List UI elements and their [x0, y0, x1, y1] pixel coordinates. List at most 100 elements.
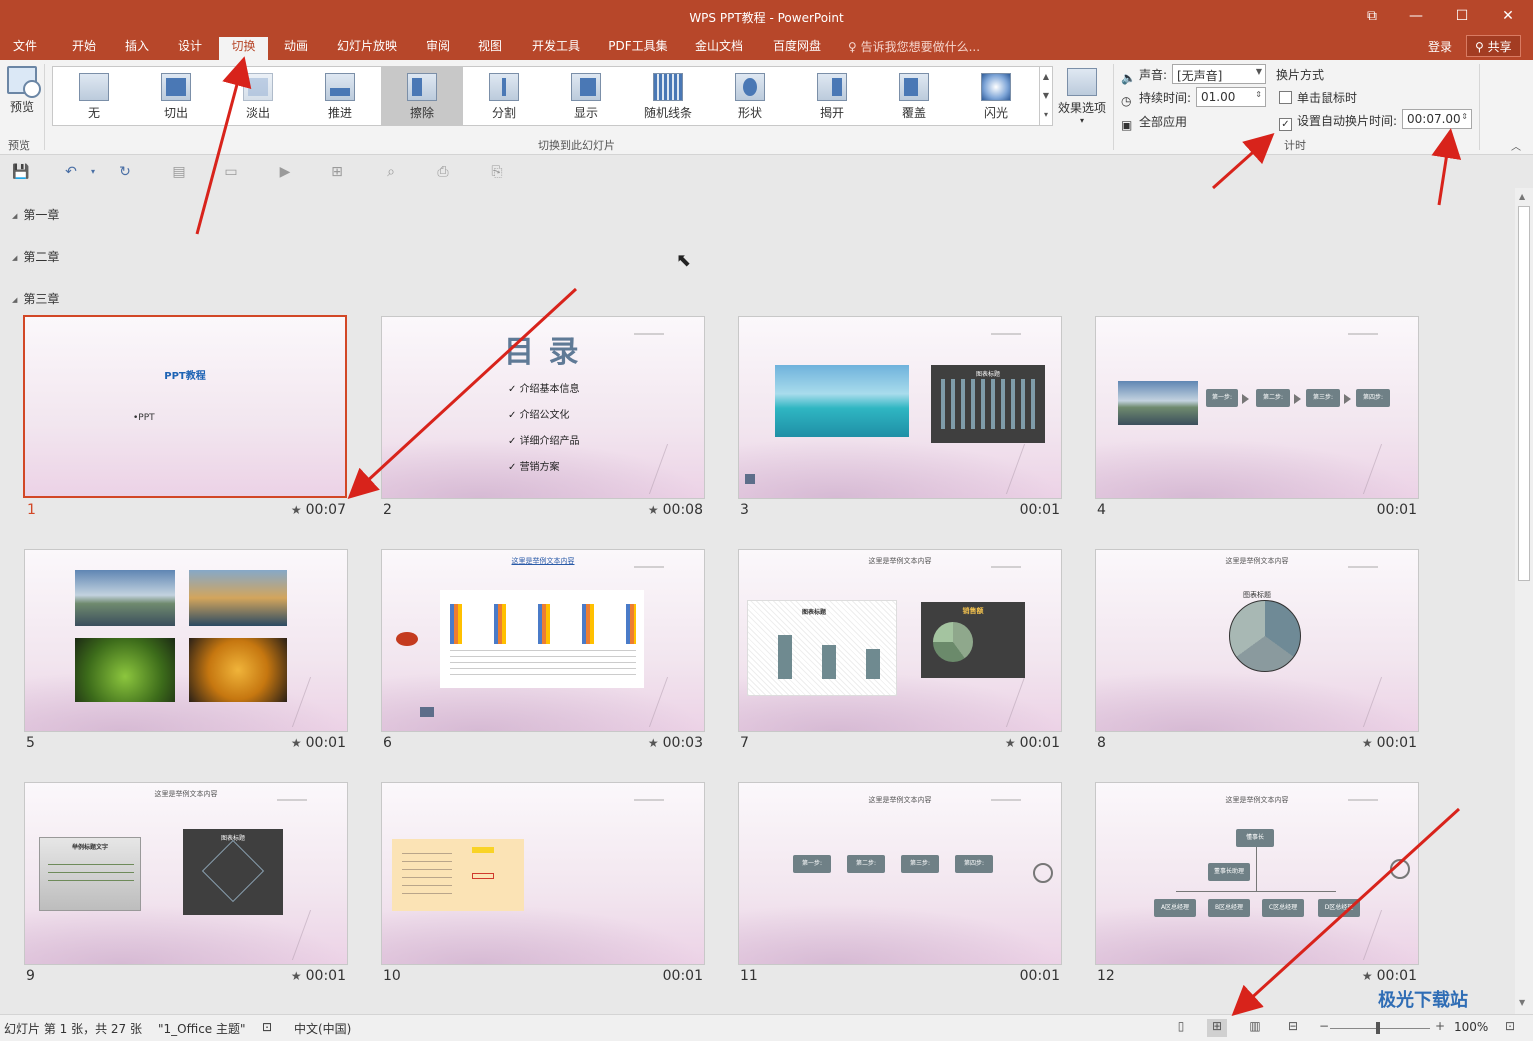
transition-split[interactable]: 分割 [463, 67, 545, 125]
presenter-icon[interactable]: ⊞ [328, 164, 346, 180]
zoom-slider[interactable] [1330, 1022, 1430, 1034]
section-chapter-2[interactable]: 第二章 [12, 248, 59, 265]
slide-thumbnail-5[interactable] [24, 549, 348, 732]
slide-thumbnail-10[interactable] [381, 782, 705, 965]
slide-thumbnail-12[interactable]: 这里是举例文本内容 懂事长 董事长助理 A区总经理 B区总经理 C区总经理 D区… [1095, 782, 1419, 965]
slide-thumbnail-11[interactable]: 这里是举例文本内容 第一步: 第二步: 第三步: 第四步: [738, 782, 1062, 965]
share-button[interactable]: ⚲ 共享 [1466, 35, 1521, 57]
minimize-button[interactable]: — [1406, 6, 1426, 26]
duration-stepper[interactable]: 01.00 ⇕ [1196, 87, 1266, 107]
theme-status: "1_Office 主题" [158, 1022, 246, 1036]
spellcheck-icon[interactable]: ⊡ [262, 1020, 272, 1034]
layout-icon[interactable]: ▭ [222, 164, 240, 180]
scroll-thumb[interactable] [1518, 206, 1530, 581]
undo-dropdown-icon[interactable]: ▾ [84, 164, 102, 180]
transition-flash[interactable]: 闪光 [955, 67, 1037, 125]
transition-push[interactable]: 推进 [299, 67, 381, 125]
login-link[interactable]: 登录 [1428, 38, 1452, 55]
on-click-checkbox[interactable]: 单击鼠标时 [1279, 89, 1357, 106]
checkbox-unchecked[interactable] [1279, 91, 1292, 104]
slide-thumbnail-9[interactable]: 这里是举例文本内容 举例标题文字 图表标题 [24, 782, 348, 965]
print-icon[interactable]: ⎙ [434, 164, 452, 180]
tab-pdf-tools[interactable]: PDF工具集 [602, 37, 674, 60]
undo-icon[interactable]: ↶ [62, 164, 80, 180]
status-bar: 幻灯片 第 1 张，共 27 张 "1_Office 主题" ⊡ 中文(中国) … [0, 1014, 1533, 1041]
ribbon-display-icon[interactable]: ⧉ [1362, 6, 1382, 26]
tell-me-search[interactable]: ♀ 告诉我您想要做什么... [848, 38, 980, 55]
slide-sorter-view-icon[interactable]: ⊞ [1207, 1019, 1227, 1037]
print-preview-icon[interactable]: ⌕ [382, 164, 400, 180]
media-icon [1033, 863, 1053, 883]
transition-uncover[interactable]: 揭开 [791, 67, 873, 125]
tab-slideshow[interactable]: 幻灯片放映 [330, 37, 404, 60]
slide-thumbnail-6[interactable]: 这里是举例文本内容 [381, 549, 705, 732]
effect-options-button[interactable]: 效果选项 ▾ [1056, 66, 1108, 130]
checkbox-checked[interactable]: ✓ [1279, 118, 1292, 131]
normal-view-icon[interactable]: ▯ [1171, 1019, 1191, 1037]
slide-thumbnail-7[interactable]: 这里是举例文本内容 图表标题 销售额 [738, 549, 1062, 732]
tab-home[interactable]: 开始 [62, 37, 106, 60]
tab-file[interactable]: 文件 [4, 37, 46, 60]
new-slide-icon[interactable]: ▤ [170, 164, 188, 180]
save-icon[interactable]: 💾 [12, 164, 30, 180]
section-chapter-1[interactable]: 第一章 [12, 206, 59, 223]
tab-transitions[interactable]: 切换 [219, 37, 268, 60]
slideshow-from-start-icon[interactable]: ▶ [276, 164, 294, 180]
maximize-button[interactable]: ☐ [1452, 6, 1472, 26]
transition-reveal[interactable]: 显示 [545, 67, 627, 125]
close-button[interactable]: ✕ [1498, 6, 1518, 26]
section-chapter-3[interactable]: 第三章 [12, 290, 59, 307]
tab-kdocs[interactable]: 金山文档 [688, 37, 750, 60]
transition-none[interactable]: 无 [53, 67, 135, 125]
transition-fade[interactable]: 淡出 [217, 67, 299, 125]
tab-animations[interactable]: 动画 [274, 37, 318, 60]
slide-thumbnail-1[interactable]: PPT教程 •PPT [23, 315, 347, 498]
collapse-ribbon-icon[interactable]: ︿ [1511, 138, 1521, 153]
slide-thumbnail-3[interactable]: 图表标题 [738, 316, 1062, 499]
slide-title: 目 录 [504, 335, 581, 370]
transition-random-bars[interactable]: 随机线条 [627, 67, 709, 125]
slide-number: 9 [26, 968, 35, 984]
slide-subtitle: •PPT [133, 413, 155, 423]
slide-thumbnail-4[interactable]: 第一步: 第二步: 第三步: 第四步: [1095, 316, 1419, 499]
pie-chart-image [1229, 600, 1301, 672]
tab-view[interactable]: 视图 [468, 37, 512, 60]
apply-all-button[interactable]: ▣ 全部应用 [1121, 113, 1187, 132]
step-box: 第三步: [901, 855, 939, 873]
chart-title: 图表标题 [1243, 591, 1271, 599]
transition-cut[interactable]: 切出 [135, 67, 217, 125]
lake-image [189, 570, 287, 626]
line-chart-image: 举例标题文字 [39, 837, 141, 911]
scroll-up-icon[interactable]: ▲ [1519, 192, 1525, 201]
tab-baidu-pan[interactable]: 百度网盘 [766, 37, 828, 60]
language-status[interactable]: 中文(中国) [294, 1020, 351, 1037]
duration-row: ◷ 持续时间: [1121, 91, 1192, 108]
gallery-more-icon[interactable]: ▾ [1040, 105, 1052, 124]
slideshow-view-icon[interactable]: ⊟ [1283, 1019, 1303, 1037]
tab-design[interactable]: 设计 [168, 37, 212, 60]
preview-button[interactable]: 预览 [4, 64, 41, 120]
slide-thumbnail-8[interactable]: 这里是举例文本内容 图表标题 [1095, 549, 1419, 732]
reading-view-icon[interactable]: ▥ [1245, 1019, 1265, 1037]
transition-split-icon [489, 73, 519, 101]
transition-wipe[interactable]: 擦除 [381, 67, 463, 125]
gallery-up-icon[interactable]: ▲ [1040, 67, 1052, 86]
sound-dropdown[interactable]: [无声音] ▼ [1172, 64, 1266, 84]
transition-shape[interactable]: 形状 [709, 67, 791, 125]
slide-thumbnail-2[interactable]: 目 录 ✓ 介绍基本信息 ✓ 介绍公文化 ✓ 详细介绍产品 ✓ 营销方案 [381, 316, 705, 499]
tab-insert[interactable]: 插入 [115, 37, 159, 60]
vertical-scrollbar[interactable]: ▲ ▼ [1515, 188, 1533, 1014]
tab-developer[interactable]: 开发工具 [525, 37, 587, 60]
transition-cover[interactable]: 覆盖 [873, 67, 955, 125]
export-icon[interactable]: ⎘ [488, 164, 506, 180]
slide-timing: ★ 00:07 [290, 502, 346, 518]
beach-image [775, 365, 909, 437]
preview-icon [7, 66, 41, 98]
auto-advance-checkbox[interactable]: ✓ 设置自动换片时间: [1279, 112, 1397, 131]
gallery-scroll[interactable]: ▲ ▼ ▾ [1039, 66, 1053, 126]
redo-icon[interactable]: ↻ [116, 164, 134, 180]
tab-review[interactable]: 审阅 [416, 37, 460, 60]
gallery-down-icon[interactable]: ▼ [1040, 86, 1052, 105]
transition-uncover-icon [817, 73, 847, 101]
auto-advance-time-stepper[interactable]: 00:07.00 ⇕ [1402, 109, 1472, 129]
